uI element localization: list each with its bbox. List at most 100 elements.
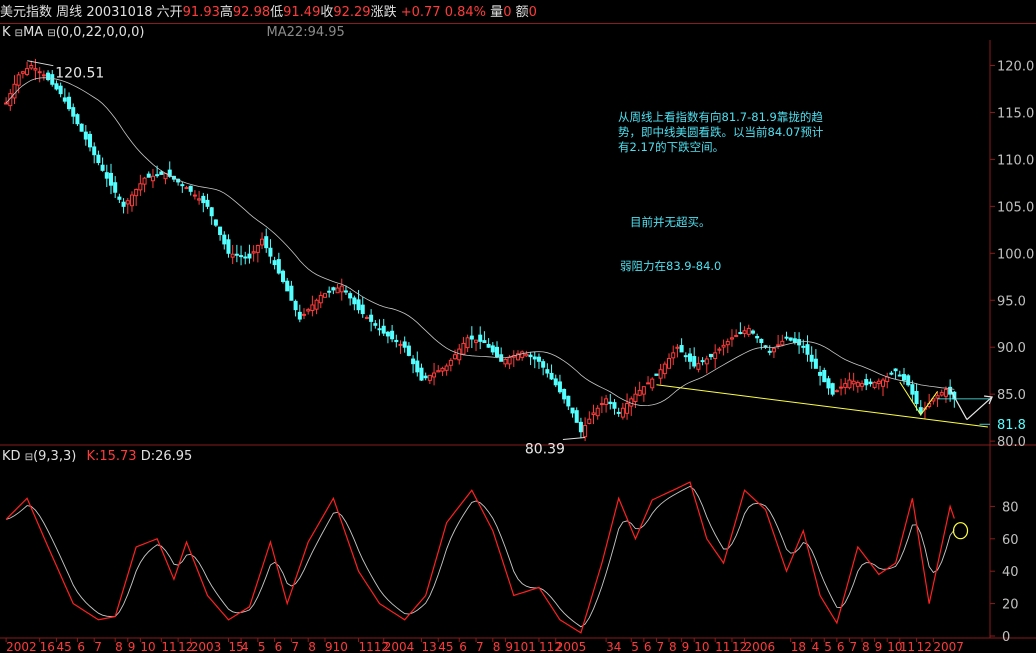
candle-body[interactable] bbox=[818, 371, 823, 376]
candle-body[interactable] bbox=[272, 260, 277, 266]
candle-body[interactable] bbox=[822, 369, 827, 383]
candle-body[interactable] bbox=[658, 369, 663, 379]
candle-body[interactable] bbox=[549, 372, 554, 380]
candle-body[interactable] bbox=[192, 194, 197, 197]
candle-body[interactable] bbox=[587, 418, 592, 424]
candle-body[interactable] bbox=[453, 354, 458, 360]
candle-body[interactable] bbox=[767, 350, 772, 353]
candle-body[interactable] bbox=[851, 380, 856, 385]
candle-body[interactable] bbox=[872, 381, 877, 388]
candle-body[interactable] bbox=[893, 368, 898, 372]
candle-body[interactable] bbox=[20, 71, 25, 74]
candle-body[interactable] bbox=[104, 172, 109, 179]
candle-body[interactable] bbox=[482, 340, 487, 344]
candle-body[interactable] bbox=[37, 71, 42, 74]
candle-body[interactable] bbox=[746, 327, 751, 335]
candle-body[interactable] bbox=[281, 270, 286, 282]
candle-body[interactable] bbox=[876, 380, 881, 384]
candle-body[interactable] bbox=[92, 146, 97, 156]
candle-body[interactable] bbox=[679, 345, 684, 353]
candle-body[interactable] bbox=[910, 384, 915, 395]
candle-body[interactable] bbox=[335, 287, 340, 294]
candle-body[interactable] bbox=[117, 196, 122, 200]
candle-body[interactable] bbox=[306, 309, 311, 312]
candle-body[interactable] bbox=[385, 331, 390, 337]
candle-body[interactable] bbox=[654, 373, 659, 376]
candle-body[interactable] bbox=[331, 287, 336, 291]
candle-body[interactable] bbox=[486, 343, 491, 348]
candle-body[interactable] bbox=[352, 297, 357, 305]
candle-body[interactable] bbox=[478, 334, 483, 342]
candle-body[interactable] bbox=[33, 68, 38, 71]
candle-body[interactable] bbox=[247, 253, 252, 259]
candle-body[interactable] bbox=[301, 313, 307, 316]
candle-body[interactable] bbox=[784, 336, 789, 339]
candle-body[interactable] bbox=[826, 378, 831, 389]
chart-canvas[interactable]: 80.0 85.0 90.0 95.0 100.0 105.0 110.0 115.0 120.… bbox=[0, 0, 1036, 653]
candle-body[interactable] bbox=[490, 345, 495, 353]
candle-body[interactable] bbox=[314, 299, 319, 310]
candle-body[interactable] bbox=[138, 183, 143, 191]
candle-body[interactable] bbox=[12, 83, 17, 99]
candle-body[interactable] bbox=[201, 195, 206, 204]
candle-body[interactable] bbox=[150, 175, 155, 182]
candle-body[interactable] bbox=[402, 341, 407, 348]
candle-body[interactable] bbox=[553, 378, 558, 386]
candle-body[interactable] bbox=[213, 219, 218, 226]
candle-body[interactable] bbox=[583, 424, 588, 438]
candle-body[interactable] bbox=[914, 390, 919, 405]
candle-body[interactable] bbox=[566, 395, 571, 407]
candle-body[interactable] bbox=[633, 393, 638, 402]
candle-body[interactable] bbox=[46, 72, 51, 81]
candle-body[interactable] bbox=[364, 316, 369, 319]
candle-body[interactable] bbox=[226, 239, 231, 254]
candle-body[interactable] bbox=[260, 238, 265, 246]
candle-body[interactable] bbox=[604, 398, 609, 405]
candle-body[interactable] bbox=[318, 295, 323, 304]
candle-body[interactable] bbox=[411, 358, 416, 365]
candle-body[interactable] bbox=[562, 389, 567, 400]
candle-body[interactable] bbox=[180, 184, 185, 187]
candle-body[interactable] bbox=[184, 187, 189, 190]
candle-body[interactable] bbox=[461, 342, 466, 355]
candle-body[interactable] bbox=[692, 356, 697, 367]
candle-body[interactable] bbox=[683, 355, 688, 358]
candle-body[interactable] bbox=[507, 357, 512, 365]
candle-body[interactable] bbox=[83, 131, 88, 140]
candle-body[interactable] bbox=[218, 226, 223, 236]
candle-body[interactable] bbox=[578, 421, 583, 433]
candle-body[interactable] bbox=[444, 365, 449, 371]
candle-body[interactable] bbox=[843, 383, 848, 388]
candle-body[interactable] bbox=[901, 374, 906, 381]
candle-body[interactable] bbox=[574, 410, 579, 423]
candle-body[interactable] bbox=[322, 293, 327, 298]
candle-body[interactable] bbox=[608, 401, 613, 405]
candle-body[interactable] bbox=[494, 346, 500, 358]
candle-body[interactable] bbox=[134, 188, 139, 197]
candle-body[interactable] bbox=[742, 330, 747, 334]
candle-body[interactable] bbox=[721, 344, 726, 348]
candle-body[interactable] bbox=[641, 386, 646, 395]
candle-body[interactable] bbox=[830, 383, 835, 395]
candle-body[interactable] bbox=[637, 389, 642, 396]
candle-body[interactable] bbox=[129, 194, 134, 207]
candle-body[interactable] bbox=[251, 251, 256, 254]
candle-body[interactable] bbox=[75, 114, 80, 125]
candle-body[interactable] bbox=[906, 375, 911, 386]
candle-body[interactable] bbox=[792, 338, 797, 344]
candle-body[interactable] bbox=[360, 304, 365, 315]
candle-body[interactable] bbox=[327, 290, 332, 293]
candle-body[interactable] bbox=[239, 255, 244, 258]
candle-body[interactable] bbox=[570, 407, 575, 414]
candle-body[interactable] bbox=[398, 343, 403, 346]
candle-body[interactable] bbox=[591, 412, 596, 415]
candle-body[interactable] bbox=[545, 369, 550, 374]
candle-body[interactable] bbox=[297, 311, 302, 320]
candle-body[interactable] bbox=[700, 360, 705, 363]
candle-body[interactable] bbox=[432, 372, 437, 378]
candle-body[interactable] bbox=[625, 403, 630, 414]
candle-body[interactable] bbox=[847, 379, 852, 389]
candle-body[interactable] bbox=[4, 102, 9, 105]
candle-body[interactable] bbox=[675, 346, 680, 349]
candle-body[interactable] bbox=[532, 356, 537, 360]
